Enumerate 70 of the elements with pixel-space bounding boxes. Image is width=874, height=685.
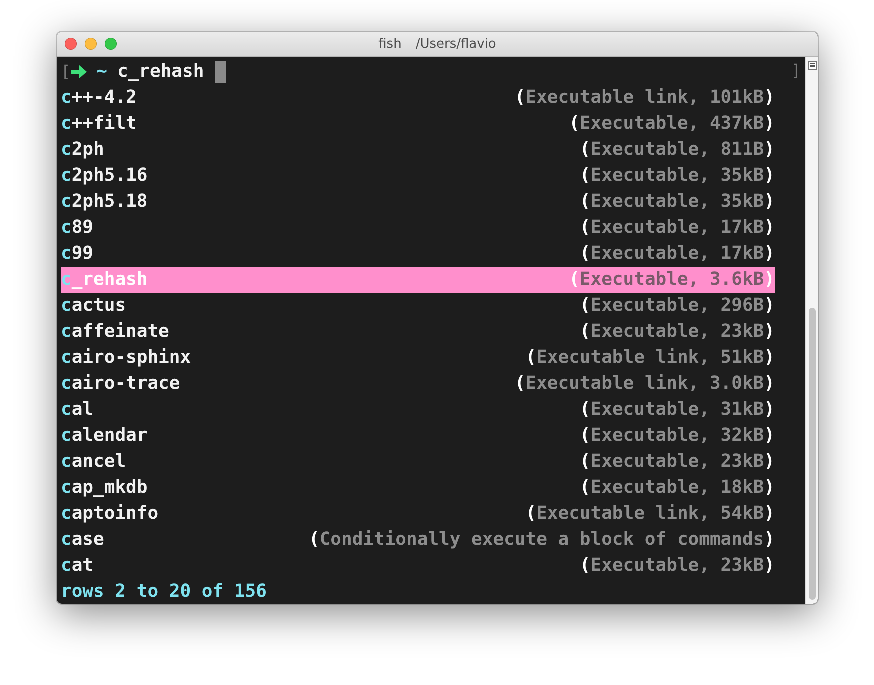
completion-row[interactable]: cairo-sphinx (Executable link, 51kB) <box>61 344 775 370</box>
completion-name: c99 <box>61 243 94 264</box>
completion-name: cactus <box>61 295 126 316</box>
completion-description: (Executable, 32kB) <box>580 424 775 446</box>
arrow-icon <box>70 64 87 79</box>
zoom-button[interactable] <box>105 38 117 50</box>
completion-name: case <box>61 528 104 550</box>
completion-name: c2ph5.16 <box>61 165 148 186</box>
completion-description: (Executable, 23kB) <box>580 450 775 472</box>
completion-description: (Executable, 18kB) <box>580 476 775 498</box>
completion-row[interactable]: cat (Executable, 23kB) <box>61 552 775 578</box>
completion-row[interactable]: cal (Executable, 31kB) <box>61 396 775 422</box>
completion-row[interactable]: cactus (Executable, 296B) <box>61 292 775 319</box>
completion-description: (Executable, 296B) <box>580 295 775 316</box>
completion-name: c2ph5.18 <box>61 191 148 212</box>
completion-description: (Executable, 31kB) <box>580 398 775 420</box>
menu-icon[interactable] <box>808 61 816 70</box>
completion-name: c89 <box>61 217 94 238</box>
completion-name: cairo-sphinx <box>61 346 192 368</box>
completion-name: cancel <box>61 450 126 472</box>
close-button[interactable] <box>65 38 77 50</box>
completion-name: cap_mkdb <box>61 476 148 498</box>
completion-name: c++filt <box>61 113 137 134</box>
completion-name: caffeinate <box>61 321 170 342</box>
completion-description: (Executable, 35kB) <box>580 165 775 186</box>
completion-name: cairo-trace <box>61 372 180 394</box>
completion-description: (Executable, 3.6kB) <box>569 269 775 290</box>
completion-row[interactable]: cap_mkdb (Executable, 18kB) <box>61 474 775 500</box>
completion-row[interactable]: caffeinate (Executable, 23kB) <box>61 318 775 344</box>
completion-description: (Executable, 23kB) <box>580 321 775 342</box>
completion-row[interactable]: case (Conditionally execute a block of commands) <box>61 526 775 552</box>
completion-name: c++-4.2 <box>61 87 137 108</box>
text-cursor <box>215 60 226 83</box>
completion-row[interactable]: c++-4.2 (Executable link, 101kB) <box>61 84 775 111</box>
completion-description: (Executable link, 51kB) <box>526 346 775 368</box>
completion-row[interactable]: cancel (Executable, 23kB) <box>61 448 775 474</box>
completion-name: calendar <box>61 424 148 446</box>
completion-description: (Executable, 23kB) <box>580 554 775 576</box>
completion-row[interactable]: cairo-trace (Executable link, 3.0kB) <box>61 370 775 396</box>
pager-status: rows 2 to 20 of 156 <box>61 580 268 604</box>
window-path: /Users/flavio <box>416 36 496 52</box>
completion-description: (Executable, 17kB) <box>580 217 775 238</box>
prompt-bracket: ] <box>791 61 801 80</box>
completion-row[interactable]: c99 (Executable, 17kB) <box>61 240 775 267</box>
completion-row[interactable]: c89 (Executable, 17kB) <box>61 214 775 241</box>
prompt-directory: ~ <box>96 61 108 82</box>
completion-description: (Executable, 17kB) <box>580 243 775 264</box>
completion-description: (Executable, 811B) <box>580 139 775 160</box>
prompt-bracket: [ <box>61 62 71 82</box>
completion-description: (Executable link, 3.0kB) <box>514 372 775 394</box>
completion-description: (Conditionally execute a block of commands) <box>308 528 775 550</box>
completion-row[interactable]: calendar (Executable, 32kB) <box>61 422 775 448</box>
completion-name: cat <box>61 554 94 576</box>
minimize-button[interactable] <box>85 38 97 50</box>
completion-description: (Executable link, 54kB) <box>526 502 775 524</box>
completion-name: captoinfo <box>61 502 159 524</box>
completion-description: (Executable, 35kB) <box>580 191 775 212</box>
completion-name: cal <box>61 398 94 420</box>
completion-name: c_rehash <box>61 269 148 290</box>
completion-row[interactable]: c2ph (Executable, 811B) <box>61 136 775 163</box>
command-text: c_rehash <box>117 61 204 82</box>
completion-name: c2ph <box>61 139 104 160</box>
completion-row[interactable]: captoinfo (Executable link, 54kB) <box>61 500 775 526</box>
completion-row[interactable]: c++filt (Executable, 437kB) <box>61 110 775 137</box>
scrollbar-thumb[interactable] <box>808 308 816 600</box>
completion-description: (Executable link, 101kB) <box>514 87 775 108</box>
window-title: fish <box>378 36 402 52</box>
completion-description: (Executable, 437kB) <box>569 113 775 134</box>
completion-row[interactable]: c2ph5.18 (Executable, 35kB) <box>61 188 775 215</box>
completion-row[interactable]: c2ph5.16 (Executable, 35kB) <box>61 162 775 189</box>
